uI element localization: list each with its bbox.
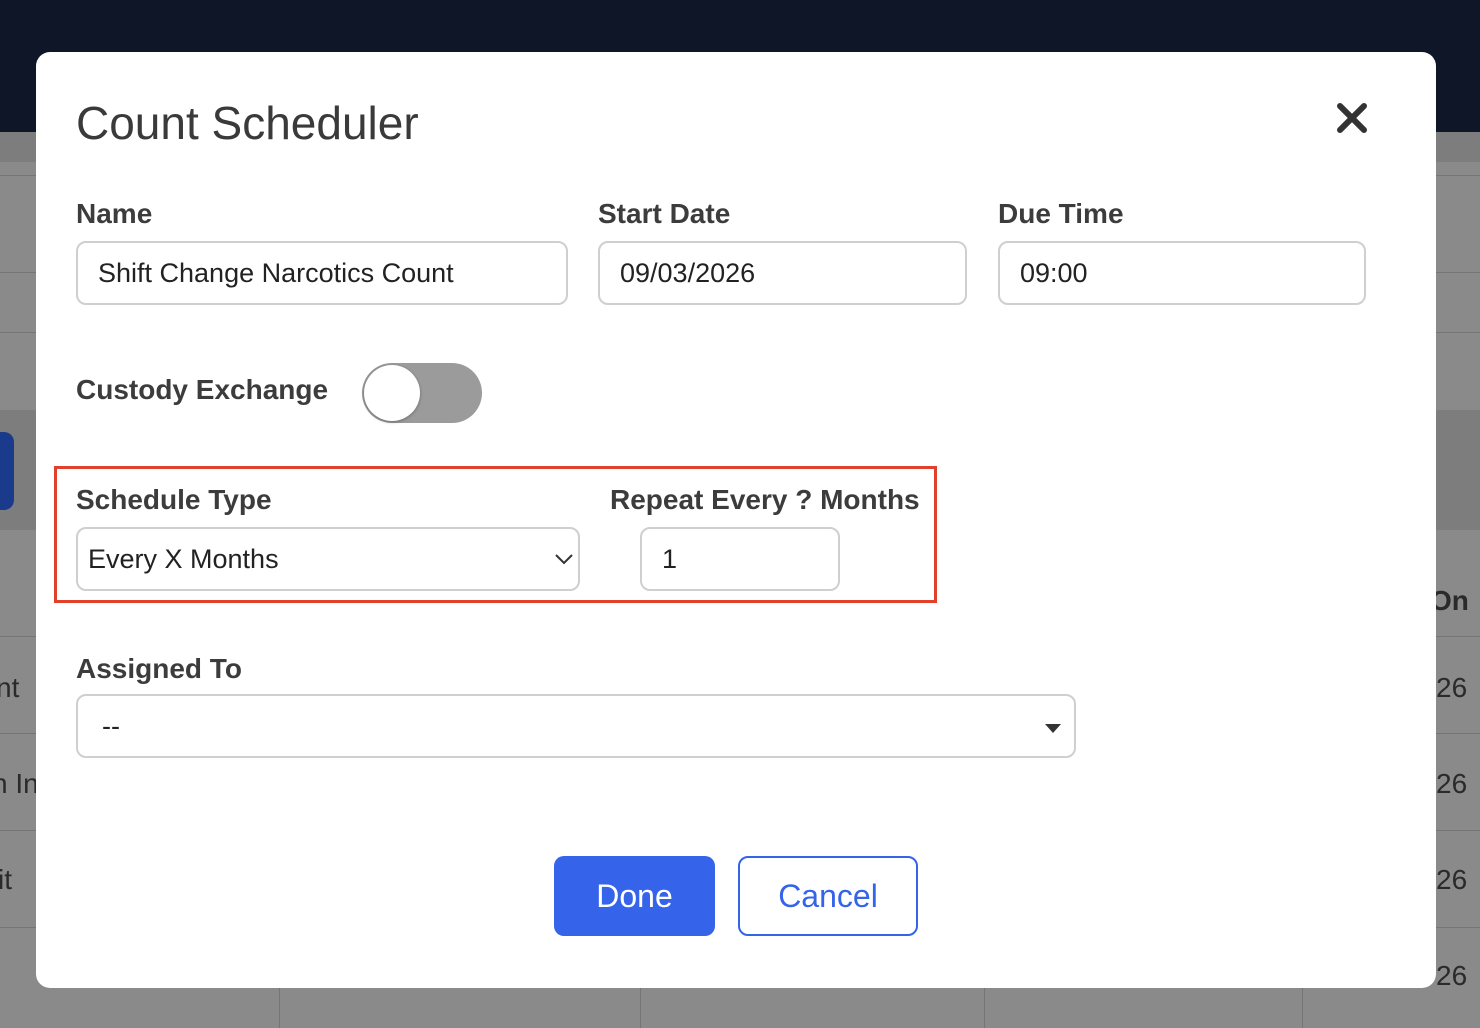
due-time-label: Due Time xyxy=(998,198,1124,229)
start-date-field[interactable]: 09/03/2026 xyxy=(598,241,967,305)
caret-down-icon xyxy=(1045,724,1061,733)
name-label: Name xyxy=(76,198,153,229)
repeat-every-field[interactable]: 1 xyxy=(640,527,840,591)
start-date-label: Start Date xyxy=(598,198,731,229)
schedule-type-value: Every X Months xyxy=(88,544,279,574)
custody-exchange-label: Custody Exchange xyxy=(76,374,329,405)
background-button xyxy=(0,432,14,510)
background-row-text: nt xyxy=(0,672,20,703)
toggle-knob xyxy=(364,365,420,421)
cancel-button[interactable]: Cancel xyxy=(738,856,918,936)
background-row-text: 26 xyxy=(1436,672,1468,703)
chevron-down-icon xyxy=(555,554,573,565)
background-row-text: 26 xyxy=(1436,768,1468,799)
background-row-text: it xyxy=(0,864,12,895)
assigned-to-value: -- xyxy=(102,711,120,741)
schedule-type-select[interactable]: Every X Months xyxy=(76,527,580,591)
modal-title: Count Scheduler xyxy=(76,97,419,149)
background-row-text: 26 xyxy=(1436,960,1468,991)
close-icon[interactable] xyxy=(1332,98,1372,138)
done-button[interactable]: Done xyxy=(554,856,715,936)
count-scheduler-modal: Count Scheduler Name Shift Change Narcot… xyxy=(36,52,1436,988)
repeat-every-label: Repeat Every ? Months xyxy=(610,484,920,515)
assigned-to-select[interactable]: -- xyxy=(76,694,1076,758)
background-row-text: n In xyxy=(0,768,39,799)
custody-exchange-toggle[interactable] xyxy=(362,363,482,423)
background-row-text: 26 xyxy=(1436,864,1468,895)
name-field[interactable]: Shift Change Narcotics Count xyxy=(76,241,568,305)
schedule-type-label: Schedule Type xyxy=(76,484,272,515)
assigned-to-label: Assigned To xyxy=(76,653,242,684)
due-time-field[interactable]: 09:00 xyxy=(998,241,1366,305)
